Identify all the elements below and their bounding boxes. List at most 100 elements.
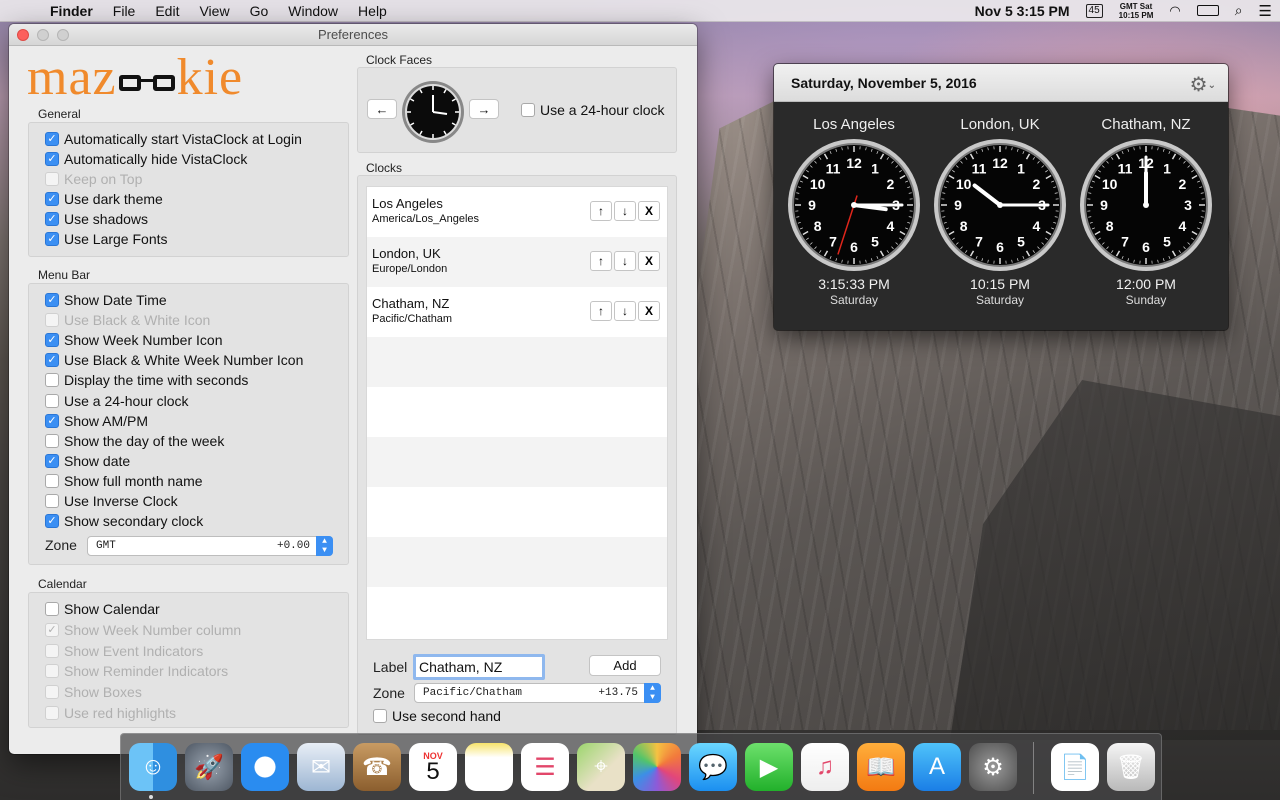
notes-icon[interactable]: ≡ <box>465 743 513 791</box>
checkbox-box[interactable]: ✓ <box>45 132 59 146</box>
use-inverse-clock-checkbox[interactable]: Use Inverse Clock <box>45 493 178 509</box>
move-up-button[interactable]: ↑ <box>590 301 612 321</box>
show-date-checkbox[interactable]: ✓ Show date <box>45 453 130 469</box>
menu-go[interactable]: Go <box>240 3 279 19</box>
spotlight-search-icon[interactable]: ⌕ <box>1235 2 1243 19</box>
checkbox-box[interactable]: ✓ <box>45 212 59 226</box>
checkbox-box[interactable] <box>521 103 535 117</box>
zone-popup[interactable]: GMT +0.00 ▲ ▼ <box>87 536 333 556</box>
menu-finder[interactable]: Finder <box>40 3 103 19</box>
previous-face-button[interactable]: ← <box>367 99 397 119</box>
checkbox-box[interactable]: ✓ <box>45 192 59 206</box>
menu-file[interactable]: File <box>103 3 146 19</box>
move-up-button[interactable]: ↑ <box>590 251 612 271</box>
remove-clock-button[interactable]: X <box>638 301 660 321</box>
calendar-icon[interactable]: NOV 5 <box>409 743 457 791</box>
safari-icon[interactable]: ✦ <box>241 743 289 791</box>
secondary-clock[interactable]: GMT Sat 10:15 PM <box>1119 2 1154 20</box>
checkbox-box[interactable] <box>45 602 59 616</box>
finder-icon[interactable]: ☺ <box>129 743 177 791</box>
label-input[interactable]: Chatham, NZ <box>413 654 545 680</box>
checkbox-box[interactable] <box>45 474 59 488</box>
clock-list-row[interactable]: Los Angeles America/Los_Angeles ↑ ↓ X <box>367 187 667 237</box>
automatically-start-vistaclock-at-login-checkbox[interactable]: ✓ Automatically start VistaClock at Login <box>45 131 302 147</box>
use-black-white-week-number-icon-checkbox[interactable]: ✓ Use Black & White Week Number Icon <box>45 352 303 368</box>
wifi-icon[interactable]: ◠ <box>1169 3 1180 19</box>
show-the-day-of-the-week-checkbox[interactable]: Show the day of the week <box>45 433 224 449</box>
use-large-fonts-checkbox[interactable]: ✓ Use Large Fonts <box>45 231 168 247</box>
checkbox-box[interactable]: ✓ <box>45 293 59 307</box>
remove-clock-button[interactable]: X <box>638 201 660 221</box>
checkbox-box[interactable]: ✓ <box>45 333 59 347</box>
checkbox-box[interactable]: ✓ <box>45 232 59 246</box>
show-calendar-checkbox[interactable]: Show Calendar <box>45 601 160 617</box>
show-full-month-name-checkbox[interactable]: Show full month name <box>45 473 203 489</box>
system-preferences-icon[interactable]: ⚙ <box>969 743 1017 791</box>
checkbox-box[interactable]: ✓ <box>45 454 59 468</box>
move-up-button[interactable]: ↑ <box>590 201 612 221</box>
use-24-hour-face-checkbox[interactable]: Use a 24-hour clock <box>521 102 665 118</box>
launchpad-icon[interactable]: 🚀 <box>185 743 233 791</box>
messages-icon[interactable]: 💬 <box>689 743 737 791</box>
menu-help[interactable]: Help <box>348 3 397 19</box>
checkbox-box[interactable] <box>45 434 59 448</box>
checkbox-box[interactable]: ✓ <box>45 152 59 166</box>
checkbox-box[interactable] <box>45 394 59 408</box>
move-down-button[interactable]: ↓ <box>614 301 636 321</box>
menu-edit[interactable]: Edit <box>145 3 189 19</box>
zoom-button[interactable] <box>57 29 69 41</box>
second-hand-checkbox[interactable]: Use second hand <box>373 708 501 724</box>
show-am-pm-checkbox[interactable]: ✓ Show AM/PM <box>45 413 148 429</box>
itunes-icon[interactable]: ♫ <box>801 743 849 791</box>
show-secondary-clock-checkbox[interactable]: ✓ Show secondary clock <box>45 513 203 529</box>
mail-icon[interactable]: ✉ <box>297 743 345 791</box>
remove-clock-button[interactable]: X <box>638 251 660 271</box>
move-down-button[interactable]: ↓ <box>614 251 636 271</box>
next-face-button[interactable]: → <box>469 99 499 119</box>
clock-faces-title: Clock Faces <box>366 53 433 67</box>
menu-window[interactable]: Window <box>278 3 348 19</box>
contacts-icon[interactable]: ☎ <box>353 743 401 791</box>
maps-icon[interactable]: ⌖ <box>577 743 625 791</box>
use-shadows-checkbox[interactable]: ✓ Use shadows <box>45 211 148 227</box>
display-the-time-with-seconds-checkbox[interactable]: Display the time with seconds <box>45 372 248 388</box>
gear-icon[interactable]: ⚙⌄ <box>1190 72 1216 97</box>
use-a-24-hour-clock-checkbox[interactable]: Use a 24-hour clock <box>45 393 189 409</box>
app-store-icon[interactable]: A <box>913 743 961 791</box>
close-button[interactable] <box>17 29 29 41</box>
checkbox-box[interactable]: ✓ <box>45 353 59 367</box>
checkbox-box[interactable] <box>373 709 387 723</box>
checkbox-box[interactable]: ✓ <box>45 414 59 428</box>
facetime-icon[interactable]: ▶ <box>745 743 793 791</box>
clock-zone-popup[interactable]: Pacific/Chatham +13.75 ▲ ▼ <box>414 683 661 703</box>
automatically-hide-vistaclock-checkbox[interactable]: ✓ Automatically hide VistaClock <box>45 151 247 167</box>
photos-icon[interactable] <box>633 743 681 791</box>
show-date-time-checkbox[interactable]: ✓ Show Date Time <box>45 292 167 308</box>
menu-view[interactable]: View <box>189 3 239 19</box>
use-dark-theme-checkbox[interactable]: ✓ Use dark theme <box>45 191 163 207</box>
menubar-clock[interactable]: Nov 5 3:15 PM <box>975 3 1070 19</box>
checkbox-box[interactable] <box>45 494 59 508</box>
battery-icon[interactable] <box>1196 5 1219 16</box>
move-down-button[interactable]: ↓ <box>614 201 636 221</box>
trash-icon[interactable]: 🗑 <box>1107 743 1155 791</box>
empty-list-row <box>367 387 667 437</box>
add-clock-button[interactable]: Add <box>589 655 661 676</box>
vistaclock-panel: Saturday, November 5, 2016 ⚙⌄ Los Angele… <box>774 64 1228 330</box>
reminders-icon[interactable]: ☰ <box>521 743 569 791</box>
svg-text:5: 5 <box>1163 233 1171 249</box>
ibooks-icon[interactable]: 📖 <box>857 743 905 791</box>
checkbox-box[interactable]: ✓ <box>45 514 59 528</box>
show-week-number-icon-checkbox[interactable]: ✓ Show Week Number Icon <box>45 332 222 348</box>
clock-zone-stepper-icon[interactable]: ▲ ▼ <box>644 683 661 703</box>
checkbox-box[interactable] <box>45 373 59 387</box>
clock-list-row[interactable]: London, UK Europe/London ↑ ↓ X <box>367 237 667 287</box>
minimize-button[interactable] <box>37 29 49 41</box>
notification-center-icon[interactable]: ☰ <box>1259 2 1272 20</box>
zone-stepper-icon[interactable]: ▲ ▼ <box>316 536 333 556</box>
document-icon[interactable]: 📄 <box>1051 743 1099 791</box>
week-number-icon[interactable]: 45 <box>1085 3 1103 18</box>
clock-face-preview[interactable] <box>401 80 465 144</box>
show-secondary-clock-label: Show secondary clock <box>64 513 204 529</box>
clock-list-row[interactable]: Chatham, NZ Pacific/Chatham ↑ ↓ X <box>367 287 667 337</box>
